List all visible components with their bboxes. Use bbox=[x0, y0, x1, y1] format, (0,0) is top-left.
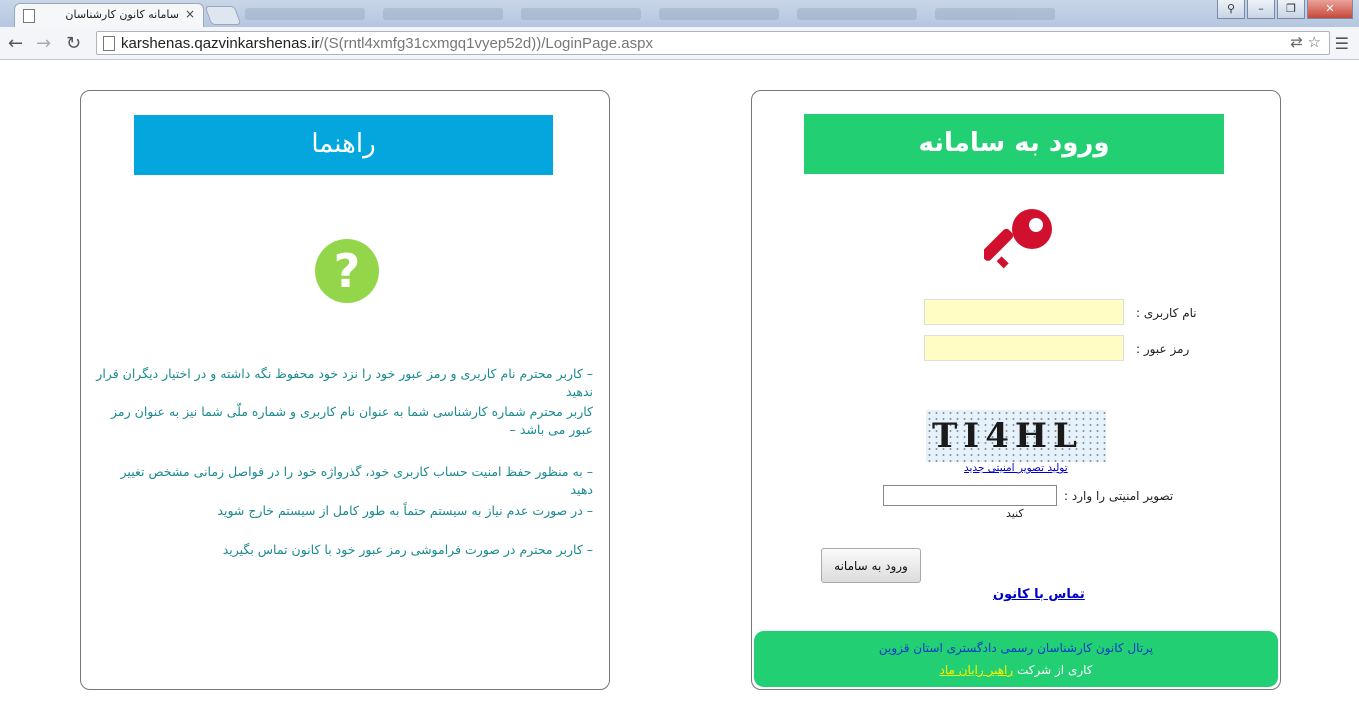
captcha-refresh-link[interactable]: تولید تصویر امنیتی جدید bbox=[964, 462, 1068, 474]
login-button[interactable]: ورود به سامانه bbox=[821, 548, 921, 583]
company-link[interactable]: راهبر رایان ماد bbox=[939, 663, 1013, 677]
bookmark-star-icon[interactable]: ☆ bbox=[1308, 33, 1321, 51]
background-tabs bbox=[245, 5, 1215, 25]
tab-title: سامانه کانون کارشناسان bbox=[65, 8, 179, 21]
help-item: – کاربر محترم در صورت فراموشی رمز عبور خ… bbox=[222, 542, 593, 557]
arrow-right-icon[interactable]: → bbox=[36, 33, 51, 54]
window-close-icon[interactable]: ✕ bbox=[1307, 0, 1353, 19]
key-icon bbox=[984, 209, 1052, 269]
reload-icon[interactable]: ↻ bbox=[66, 33, 81, 54]
page-icon bbox=[23, 9, 35, 23]
question-icon: ? bbox=[315, 239, 379, 303]
url-host: karshenas.qazvinkarshenas.ir bbox=[121, 35, 320, 52]
new-tab-button[interactable] bbox=[204, 6, 242, 25]
password-input[interactable] bbox=[924, 335, 1124, 361]
help-item: – کاربر محترم نام کاربری و رمز عبور خود … bbox=[96, 366, 593, 399]
translate-icon[interactable]: ⇄ bbox=[1290, 33, 1303, 51]
username-label: نام کاربری : bbox=[1136, 306, 1197, 320]
username-input[interactable] bbox=[924, 299, 1124, 325]
contact-link[interactable]: تماس با کانون bbox=[993, 587, 1085, 602]
arrow-left-icon[interactable]: ← bbox=[8, 33, 23, 54]
url-input[interactable]: karshenas.qazvinkarshenas.ir/(S(rntl4xmf… bbox=[96, 31, 1330, 55]
help-item: – در صورت عدم نیاز به سیستم حتماً به طور… bbox=[217, 503, 593, 518]
captcha-label: تصویر امنیتی را وارد : bbox=[1064, 489, 1174, 503]
menu-icon[interactable]: ☰ bbox=[1335, 34, 1349, 53]
password-label: رمز عبور : bbox=[1136, 342, 1190, 356]
captcha-input[interactable] bbox=[883, 485, 1057, 506]
window-controls: ⚲ – ❐ ✕ bbox=[1217, 0, 1353, 19]
footer-prefix: کاری از شرکت bbox=[1017, 663, 1093, 677]
login-panel: ورود به سامانه نام کاربری : رمز عبور : T… bbox=[751, 90, 1281, 690]
help-panel: راهنما ? – کاربر محترم نام کاربری و رمز … bbox=[80, 90, 610, 690]
footer: پرتال کانون کارشناسان رسمی دادگستری استا… bbox=[754, 631, 1278, 687]
login-title: ورود به سامانه bbox=[804, 114, 1224, 174]
browser-tab[interactable]: سامانه کانون کارشناسان × bbox=[14, 3, 204, 27]
page-icon bbox=[103, 36, 115, 51]
minimize-icon[interactable]: – bbox=[1247, 0, 1275, 19]
user-icon[interactable]: ⚲ bbox=[1217, 0, 1245, 19]
browser-tabstrip: سامانه کانون کارشناسان × ⚲ – ❐ ✕ bbox=[0, 0, 1359, 27]
footer-title: پرتال کانون کارشناسان رسمی دادگستری استا… bbox=[878, 641, 1154, 655]
captcha-label-cont: کنید bbox=[1006, 507, 1024, 520]
captcha-image: TI4HL bbox=[926, 410, 1106, 462]
help-item: کاربر محترم شماره کارشناسی شما به عنوان … bbox=[111, 404, 593, 437]
help-item: – به منظور حفظ امنیت حساب کاربری خود، گذ… bbox=[120, 464, 593, 497]
restore-icon[interactable]: ❐ bbox=[1277, 0, 1305, 19]
tab-close-icon[interactable]: × bbox=[185, 7, 195, 21]
url-path: /(S(rntl4xmfg31cxmgq1vyep52d))/LoginPage… bbox=[319, 35, 653, 52]
help-title: راهنما bbox=[134, 115, 553, 175]
